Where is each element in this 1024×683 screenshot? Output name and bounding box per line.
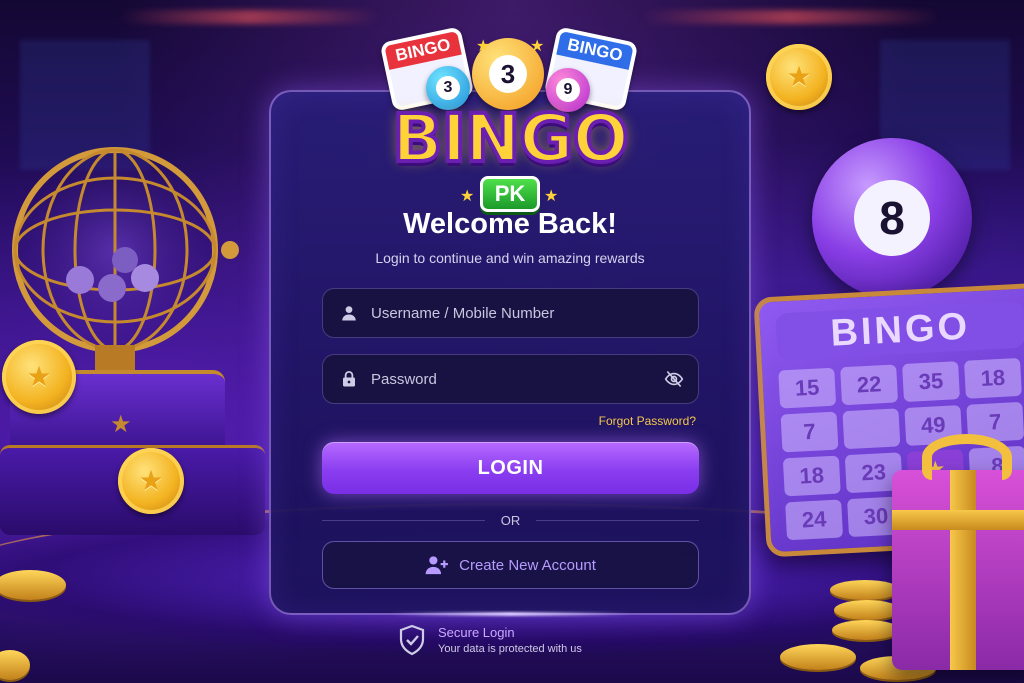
star-icon: ★ [530, 38, 545, 55]
ball-number: 8 [854, 180, 930, 256]
secure-login-note: Secure Login Your data is protected with… [398, 624, 582, 656]
card-cell: 18 [963, 357, 1022, 399]
gift-box-decor [892, 434, 1024, 670]
logo-ball-number: 9 [556, 78, 580, 102]
gold-coin: ★ [766, 44, 832, 110]
page-subtitle: Login to continue and win amazing reward… [375, 250, 645, 266]
page-title: Welcome Back! [403, 208, 617, 240]
add-user-icon [425, 555, 449, 575]
logo-pk-badge: PK [480, 176, 540, 212]
logo-wordmark: BINGO [390, 98, 630, 179]
shield-check-icon [398, 624, 426, 656]
or-divider: OR [322, 510, 699, 530]
coin-stack [830, 580, 900, 600]
bingo-pk-logo: BINGO BINGO 3 3 9 ★ ★ BINGO PK ★ ★ [379, 26, 640, 212]
tile-label: BINGO [556, 30, 634, 70]
card-header: BINGO [775, 300, 1024, 361]
coin-stack [832, 620, 900, 640]
card-cell: 35 [902, 361, 960, 403]
ceiling-light [640, 10, 940, 24]
password-input[interactable] [371, 370, 664, 388]
coin-stack [780, 644, 856, 670]
divider-line [536, 519, 699, 521]
coin-stack [0, 650, 30, 680]
star-icon: ★ [544, 188, 559, 205]
gift-ribbon [892, 510, 1024, 530]
star-icon: ★ [110, 411, 132, 438]
card-cell [842, 408, 901, 450]
lock-icon [339, 369, 359, 389]
gold-coin: ★ [118, 448, 184, 514]
secure-title: Secure Login [438, 625, 515, 640]
ceiling-light [120, 10, 380, 24]
tile-label: BINGO [384, 30, 462, 70]
or-label: OR [500, 512, 521, 528]
logo-ball-number: 3 [489, 55, 527, 93]
create-account-label: Create New Account [459, 556, 596, 574]
forgot-password-link[interactable]: Forgot Password? [599, 414, 696, 428]
gold-coin: ★ [2, 340, 76, 414]
create-account-button[interactable]: Create New Account [322, 541, 699, 589]
card-cell: 18 [782, 455, 841, 497]
star-icon: ★ [476, 38, 491, 55]
user-icon [339, 303, 359, 323]
password-field[interactable] [322, 354, 699, 404]
card-cell: 7 [780, 411, 839, 453]
gift-ribbon [950, 470, 976, 670]
divider-line [322, 519, 485, 521]
username-input[interactable] [371, 304, 684, 322]
eye-off-icon[interactable] [664, 369, 684, 389]
card-cell: 24 [785, 499, 844, 541]
card-cell: 15 [778, 367, 837, 409]
login-button[interactable]: LOGIN [322, 442, 699, 494]
card-cell: 22 [840, 364, 899, 406]
coin-stack [834, 600, 900, 620]
secure-subtitle: Your data is protected with us [438, 643, 582, 655]
star-icon: ★ [460, 188, 475, 205]
username-field[interactable] [322, 288, 699, 338]
bingo-ball-decor: 8 [812, 138, 972, 298]
logo-ball-number: 3 [436, 76, 460, 100]
panel-glow [391, 612, 631, 616]
